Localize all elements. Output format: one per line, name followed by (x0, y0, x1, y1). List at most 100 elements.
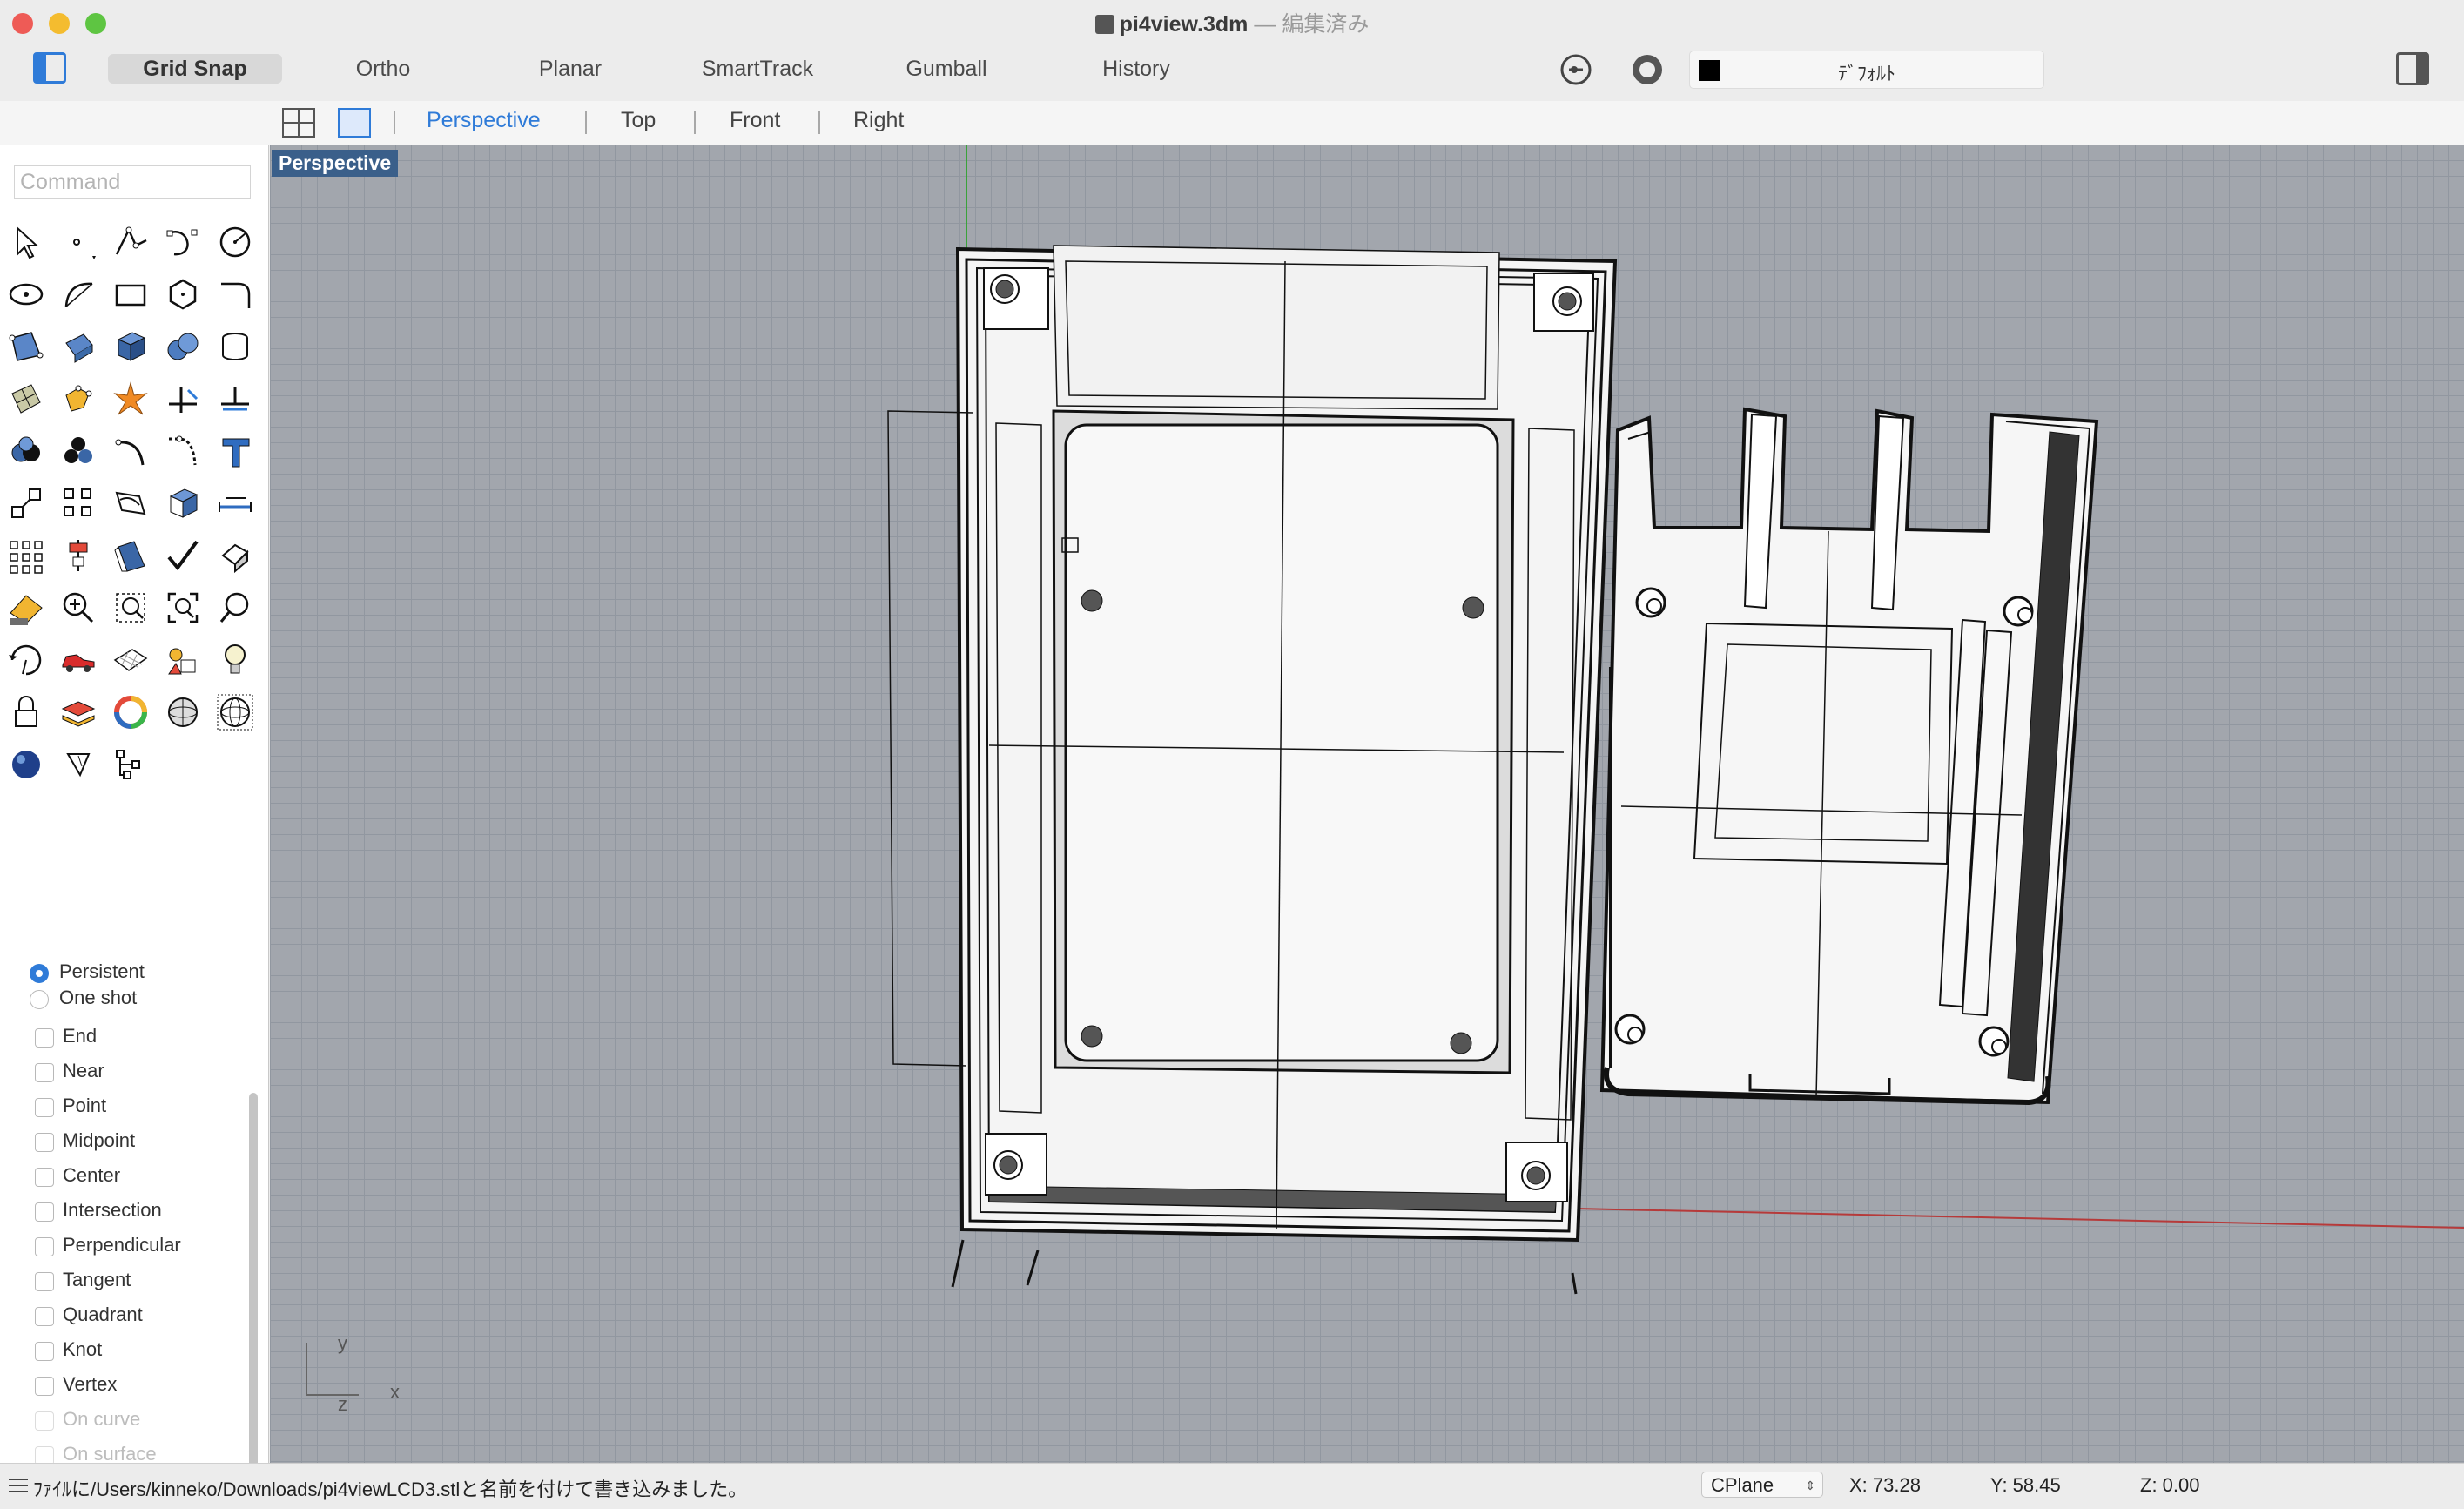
one-shot-radio[interactable] (30, 990, 49, 1009)
render-car-icon[interactable] (57, 639, 101, 683)
record-icon[interactable] (1630, 52, 1665, 87)
polygon-icon[interactable] (162, 273, 205, 317)
make-block-icon[interactable] (162, 482, 205, 526)
cplane-select[interactable]: CPlane ⇕ (1701, 1472, 1823, 1498)
right-panel-toggle-icon[interactable] (2396, 52, 2429, 85)
osnap-checkbox[interactable] (35, 1237, 54, 1256)
grasshopper-graph-icon[interactable] (110, 744, 153, 787)
wireframe-display-icon[interactable] (214, 691, 258, 735)
extrude-surface-icon[interactable] (57, 326, 101, 369)
osnap-label: Intersection (63, 1199, 162, 1221)
ortho-button[interactable]: Ortho (331, 54, 435, 84)
osnap-checkbox[interactable] (35, 1411, 54, 1431)
light-bulb-icon[interactable] (214, 639, 258, 683)
surface-from-points-icon[interactable] (5, 326, 49, 369)
rendered-sphere-icon[interactable] (5, 744, 49, 787)
trim-icon[interactable] (162, 378, 205, 421)
layers-icon[interactable] (57, 691, 101, 735)
four-view-layout-icon[interactable] (282, 108, 315, 138)
grid-array-icon[interactable] (5, 535, 49, 578)
perspective-viewport[interactable]: Perspective y x z (270, 145, 2464, 1463)
osnap-checkbox[interactable] (35, 1202, 54, 1222)
color-wheel-icon[interactable] (110, 691, 153, 735)
tab-top[interactable]: Top (621, 108, 656, 133)
zoom-window-icon[interactable] (110, 587, 153, 630)
tab-perspective[interactable]: Perspective (427, 108, 541, 133)
osnap-checkbox[interactable] (35, 1168, 54, 1187)
fillet-edge-icon[interactable] (110, 430, 153, 474)
osnap-scrollbar[interactable] (249, 1093, 258, 1476)
tab-front[interactable]: Front (730, 108, 780, 133)
osnap-checkbox[interactable] (35, 1098, 54, 1117)
point-icon[interactable] (57, 221, 101, 265)
persistent-radio[interactable] (30, 964, 49, 983)
osnap-label: Midpoint (63, 1129, 136, 1151)
osnap-checkbox[interactable] (35, 1272, 54, 1291)
one-shot-label: One shot (59, 987, 138, 1008)
persistent-label: Persistent (59, 960, 145, 982)
smarttrack-button[interactable]: SmartTrack (688, 54, 827, 84)
cylinder-icon[interactable] (214, 326, 258, 369)
blend-curve-icon[interactable] (162, 430, 205, 474)
toggle-sidebar-icon[interactable] (33, 52, 66, 84)
select-arrow-icon[interactable] (5, 221, 49, 265)
boolean-union-icon[interactable] (5, 430, 49, 474)
arc-icon[interactable] (57, 273, 101, 317)
rotate-view-icon[interactable] (5, 639, 49, 683)
subd-icon[interactable] (57, 378, 101, 421)
box-icon[interactable] (110, 326, 153, 369)
axis-y-label: y (338, 1332, 347, 1354)
planar-button[interactable]: Planar (514, 54, 627, 84)
check-icon[interactable] (162, 535, 205, 578)
osnap-checkbox[interactable] (35, 1342, 54, 1361)
osnap-checkbox[interactable] (35, 1028, 54, 1048)
properties-icon[interactable] (5, 587, 49, 630)
zoom-in-icon[interactable] (57, 587, 101, 630)
decal-icon[interactable] (162, 639, 205, 683)
lock-icon[interactable] (5, 691, 49, 735)
osnap-checkbox[interactable] (35, 1063, 54, 1082)
document-icon (1094, 15, 1114, 34)
texture-mapping-icon[interactable] (110, 639, 153, 683)
osnap-checkbox[interactable] (35, 1133, 54, 1152)
filter-icon[interactable] (1559, 52, 1593, 87)
viewport-label[interactable]: Perspective (272, 150, 399, 177)
shaded-display-icon[interactable] (162, 691, 205, 735)
polyline-icon[interactable] (110, 221, 153, 265)
osnap-checkbox[interactable] (35, 1307, 54, 1326)
zoom-extents-icon[interactable] (162, 587, 205, 630)
cage-edit-icon[interactable] (110, 535, 153, 578)
mesh-icon[interactable] (5, 378, 49, 421)
sphere-union-icon[interactable] (162, 326, 205, 369)
menu-lines-icon[interactable] (9, 1479, 28, 1492)
array-icon[interactable] (57, 482, 101, 526)
boolean-split-icon[interactable] (57, 430, 101, 474)
grid-snap-button[interactable]: Grid Snap (108, 54, 282, 84)
zoom-icon[interactable] (214, 587, 258, 630)
project-curve-icon[interactable] (110, 482, 153, 526)
analyze-direction-icon[interactable] (214, 535, 258, 578)
gumball-button[interactable]: Gumball (888, 54, 1005, 84)
rectangle-icon[interactable] (110, 273, 153, 317)
text-icon[interactable] (214, 430, 258, 474)
history-button[interactable]: History (1080, 54, 1193, 84)
fillet-curve-icon[interactable] (214, 273, 258, 317)
split-icon[interactable] (214, 378, 258, 421)
tab-right[interactable]: Right (853, 108, 904, 133)
dimension-icon[interactable] (214, 482, 258, 526)
axis-x-label: x (390, 1381, 400, 1403)
coord-z: Z: 0.00 (2140, 1474, 2200, 1496)
lcd-case-body (887, 245, 1618, 1295)
align-icon[interactable] (57, 535, 101, 578)
explode-icon[interactable] (110, 378, 153, 421)
osnap-checkbox[interactable] (35, 1377, 54, 1396)
ellipse-icon[interactable] (5, 273, 49, 317)
command-input[interactable]: Command (14, 165, 251, 199)
layer-selector[interactable]: ﾃﾞﾌｫﾙﾄ (1689, 51, 2044, 89)
single-view-layout-icon[interactable] (338, 108, 371, 138)
scale-icon[interactable] (5, 482, 49, 526)
pen-tool-icon[interactable] (57, 744, 101, 787)
circle-icon[interactable] (214, 221, 258, 265)
raspberry-pi-case-lid (1599, 407, 2099, 1106)
curve-icon[interactable] (162, 221, 205, 265)
